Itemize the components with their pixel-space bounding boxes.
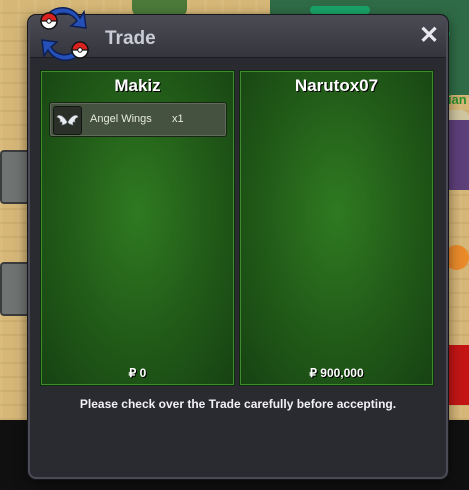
trade-notice: Please check over the Trade carefully be… xyxy=(79,397,397,411)
window-title: Trade xyxy=(105,28,156,49)
trade-window: Trade ✕ Makiz Angel Wings x1 ₽ 0 Narutox… xyxy=(28,15,448,479)
trade-logo-icon xyxy=(40,7,89,61)
trade-item-row[interactable]: Angel Wings x1 xyxy=(49,102,227,137)
trade-money: ₽ 900,000 xyxy=(309,366,364,380)
angel-wings-icon xyxy=(53,106,82,135)
red-tile xyxy=(446,345,469,405)
title-bar[interactable]: Trade ✕ xyxy=(30,17,446,58)
stripe xyxy=(310,6,370,14)
trade-panels: Makiz Angel Wings x1 ₽ 0 Narutox07 ₽ 900… xyxy=(40,70,434,386)
trade-money: ₽ 0 xyxy=(128,366,147,380)
item-quantity: x1 xyxy=(172,113,184,125)
trade-panel-partner[interactable]: Narutox07 ₽ 900,000 xyxy=(239,70,434,386)
item-name: Angel Wings xyxy=(90,113,152,125)
close-button[interactable]: ✕ xyxy=(418,24,440,48)
trader-name: Makiz xyxy=(114,76,161,95)
trade-panel-self[interactable]: Makiz Angel Wings x1 ₽ 0 xyxy=(40,70,235,386)
trader-name: Narutox07 xyxy=(294,76,379,95)
